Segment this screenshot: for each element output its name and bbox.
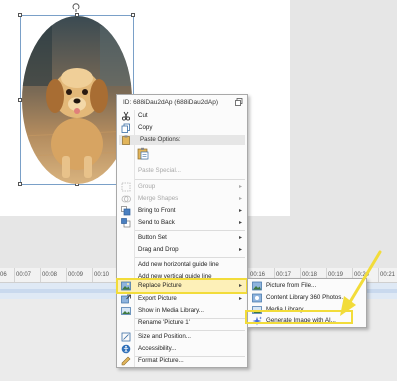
paste-clipboard-icon xyxy=(137,147,149,160)
group-icon xyxy=(121,182,131,192)
menu-item-label: Rename 'Picture 1' xyxy=(138,319,190,326)
menu-item-label: Merge Shapes xyxy=(138,195,179,202)
size-position-icon xyxy=(121,332,131,342)
timeline-tick: 06 xyxy=(0,272,7,278)
menu-item-label: Export Picture xyxy=(138,295,177,302)
submenu-arrow-icon: ▸ xyxy=(238,283,242,289)
generate-ai-highlight xyxy=(245,310,353,324)
menu-item-show-in-media-library[interactable]: Show in Media Library... xyxy=(117,305,247,317)
menu-item-label: Replace Picture xyxy=(138,282,182,289)
menu-item-label: Button Set xyxy=(138,234,167,241)
media-library-icon xyxy=(121,307,131,315)
menu-item-label: Drag and Drop xyxy=(138,246,179,253)
object-id-label: ID: 688iDau2dAp (688iDau2dAp) xyxy=(123,99,219,106)
menu-item-label: Group xyxy=(138,183,156,190)
menu-item-label: Show in Media Library... xyxy=(138,307,204,314)
menu-item-label: Add new horizontal guide line xyxy=(138,261,219,268)
rotate-handle-icon[interactable] xyxy=(72,3,80,12)
menu-item-cut[interactable]: Cut xyxy=(117,110,247,122)
submenu-arrow-icon: ▸ xyxy=(238,296,242,302)
export-picture-icon xyxy=(121,294,131,304)
menu-item-label: Picture from File... xyxy=(266,282,317,289)
menu-item-merge-shapes: Merge Shapes ▸ xyxy=(117,193,247,205)
submenu-arrow-icon: ▸ xyxy=(238,196,242,202)
menu-item-rename[interactable]: Rename 'Picture 1' xyxy=(117,317,247,329)
timeline-tick: 00:08 xyxy=(42,272,58,278)
menu-item-label: Copy xyxy=(138,124,153,131)
menu-item-label: Accessibility... xyxy=(138,345,177,352)
timeline-tick: 00:10 xyxy=(94,272,110,278)
menu-item-paste-special: Paste Special... xyxy=(117,165,247,177)
menu-item-accessibility[interactable]: Accessibility... xyxy=(117,343,247,355)
submenu-item-content-library[interactable]: Content Library 360 Photos... xyxy=(248,292,366,304)
paste-icon xyxy=(122,135,130,145)
bring-to-front-icon xyxy=(121,206,131,216)
accessibility-icon xyxy=(121,344,131,354)
menu-item-group: Group ▸ xyxy=(117,181,247,193)
replace-picture-icon xyxy=(121,281,131,291)
submenu-arrow-icon: ▸ xyxy=(238,220,242,226)
copy-icon xyxy=(121,123,130,133)
menu-item-label: Size and Position... xyxy=(138,333,191,340)
menu-item-drag-and-drop[interactable]: Drag and Drop ▸ xyxy=(117,244,247,256)
picture-file-icon xyxy=(252,281,262,291)
menu-item-label: Send to Back xyxy=(138,219,175,226)
context-menu: ID: 688iDau2dAp (688iDau2dAp) Cut Copy P… xyxy=(116,94,248,368)
timeline-tick: 00:09 xyxy=(68,272,84,278)
menu-item-size-and-position[interactable]: Size and Position... xyxy=(117,331,247,343)
timeline-tick: 00:07 xyxy=(16,272,32,278)
scissors-icon xyxy=(121,111,131,121)
menu-item-button-set[interactable]: Button Set ▸ xyxy=(117,232,247,244)
menu-item-format-picture[interactable]: Format Picture... xyxy=(117,355,247,367)
copy-id-icon[interactable] xyxy=(235,98,243,106)
submenu-arrow-icon: ▸ xyxy=(238,247,242,253)
submenu-item-picture-from-file[interactable]: Picture from File... xyxy=(248,280,366,292)
menu-item-send-to-back[interactable]: Send to Back ▸ xyxy=(117,217,247,229)
submenu-arrow-icon: ▸ xyxy=(238,184,242,190)
menu-item-bring-to-front[interactable]: Bring to Front ▸ xyxy=(117,205,247,217)
submenu-arrow-icon: ▸ xyxy=(238,235,242,241)
menu-item-label: Content Library 360 Photos... xyxy=(266,294,347,301)
menu-item-replace-picture[interactable]: Replace Picture ▸ xyxy=(116,278,248,294)
send-to-back-icon xyxy=(121,218,131,228)
menu-header: ID: 688iDau2dAp (688iDau2dAp) xyxy=(117,95,247,110)
menu-item-export-picture[interactable]: Export Picture ▸ xyxy=(117,293,247,305)
menu-item-label: Format Picture... xyxy=(138,357,184,364)
menu-item-label: Cut xyxy=(138,112,148,119)
merge-shapes-icon xyxy=(121,195,131,203)
menu-item-add-horizontal-guide[interactable]: Add new horizontal guide line xyxy=(117,259,247,271)
submenu-arrow-icon: ▸ xyxy=(238,208,242,214)
menu-item-label: Bring to Front xyxy=(138,207,176,214)
timeline-tick: 00:21 xyxy=(380,272,396,278)
format-picture-icon xyxy=(121,356,131,366)
paste-keep-source-button[interactable] xyxy=(137,147,149,160)
menu-item-label: Paste Special... xyxy=(138,167,181,174)
paste-options-header: Paste Options: xyxy=(119,135,245,145)
content-library-icon xyxy=(252,293,262,303)
menu-item-copy[interactable]: Copy xyxy=(117,122,247,134)
